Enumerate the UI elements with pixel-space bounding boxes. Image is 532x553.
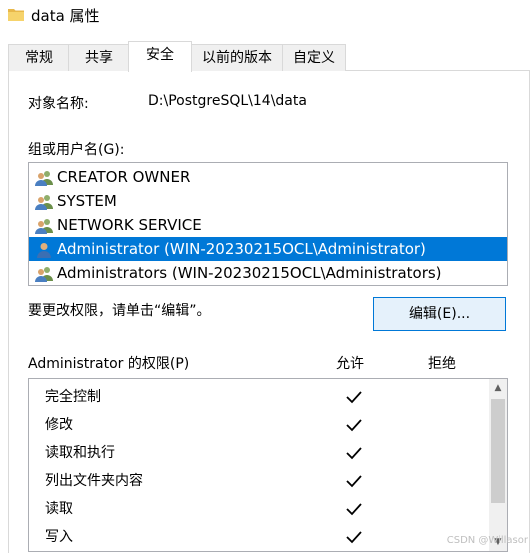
tab-security[interactable]: 安全 [128, 41, 192, 72]
scrollbar-thumb[interactable] [491, 399, 505, 503]
group-name: CREATOR OWNER [57, 168, 191, 186]
permission-row: 完全控制 [29, 383, 487, 411]
check-icon [346, 391, 362, 404]
group-user-list[interactable]: CREATOR OWNER SYSTEM NETWORK SERVICE Adm… [28, 162, 508, 286]
check-icon [346, 503, 362, 516]
users-icon [35, 195, 53, 210]
groups-label: 组或用户名(G): [28, 142, 125, 158]
group-name: NETWORK SERVICE [57, 216, 202, 234]
group-name: Administrators (WIN-20230215OCL\Administ… [57, 264, 442, 282]
title-bar: data 属性 [0, 0, 532, 32]
deny-column-header: 拒绝 [428, 356, 456, 372]
allow-column-header: 允许 [336, 356, 364, 372]
list-item-system[interactable]: SYSTEM [29, 189, 507, 213]
permission-name: 读取和执行 [45, 445, 115, 461]
tab-sharing[interactable]: 共享 [68, 44, 130, 71]
list-item-administrator[interactable]: Administrator (WIN-20230215OCL\Administr… [29, 237, 507, 261]
permission-row: 读取 [29, 495, 487, 523]
permission-name: 列出文件夹内容 [45, 473, 143, 489]
tab-customize[interactable]: 自定义 [282, 44, 346, 71]
list-item-creator-owner[interactable]: CREATOR OWNER [29, 165, 507, 189]
permission-row: 写入 [29, 523, 487, 551]
change-permissions-hint: 要更改权限，请单击“编辑”。 [28, 303, 211, 319]
list-item-administrators[interactable]: Administrators (WIN-20230215OCL\Administ… [29, 261, 507, 285]
permissions-title: Administrator 的权限(P) [28, 356, 190, 372]
scroll-up-arrow-icon[interactable]: ▲ [489, 379, 507, 397]
permission-name: 完全控制 [45, 389, 101, 405]
permissions-header: Administrator 的权限(P) 允许 拒绝 [28, 353, 508, 373]
permission-name: 读取 [45, 501, 73, 517]
permission-row: 列出文件夹内容 [29, 467, 487, 495]
permission-row: 修改 [29, 411, 487, 439]
permission-row: 读取和执行 [29, 439, 487, 467]
check-icon [346, 531, 362, 544]
users-icon [35, 171, 53, 186]
permissions-scrollbar[interactable]: ▲ ▼ [489, 379, 507, 551]
check-icon [346, 419, 362, 432]
folder-icon [8, 9, 24, 21]
check-icon [346, 475, 362, 488]
tab-previous-versions[interactable]: 以前的版本 [190, 44, 284, 71]
object-name-label: 对象名称: [28, 96, 89, 112]
list-item-network-service[interactable]: NETWORK SERVICE [29, 213, 507, 237]
edit-button[interactable]: 编辑(E)... [373, 297, 506, 331]
object-name-value: D:\PostgreSQL\14\data [148, 93, 307, 109]
watermark: CSDN @Willasor [446, 535, 528, 546]
users-icon [35, 267, 53, 282]
tab-general[interactable]: 常规 [8, 44, 70, 71]
group-name: Administrator (WIN-20230215OCL\Administr… [57, 240, 426, 258]
user-icon [37, 243, 51, 258]
group-name: SYSTEM [57, 192, 117, 210]
permission-name: 修改 [45, 417, 73, 433]
check-icon [346, 447, 362, 460]
users-icon [35, 219, 53, 234]
window-title: data 属性 [31, 7, 100, 25]
permissions-list[interactable]: 完全控制 修改 读取和执行 列出文件夹内容 读取 写入 ▲ ▼ [28, 378, 508, 552]
permission-name: 写入 [45, 529, 73, 545]
